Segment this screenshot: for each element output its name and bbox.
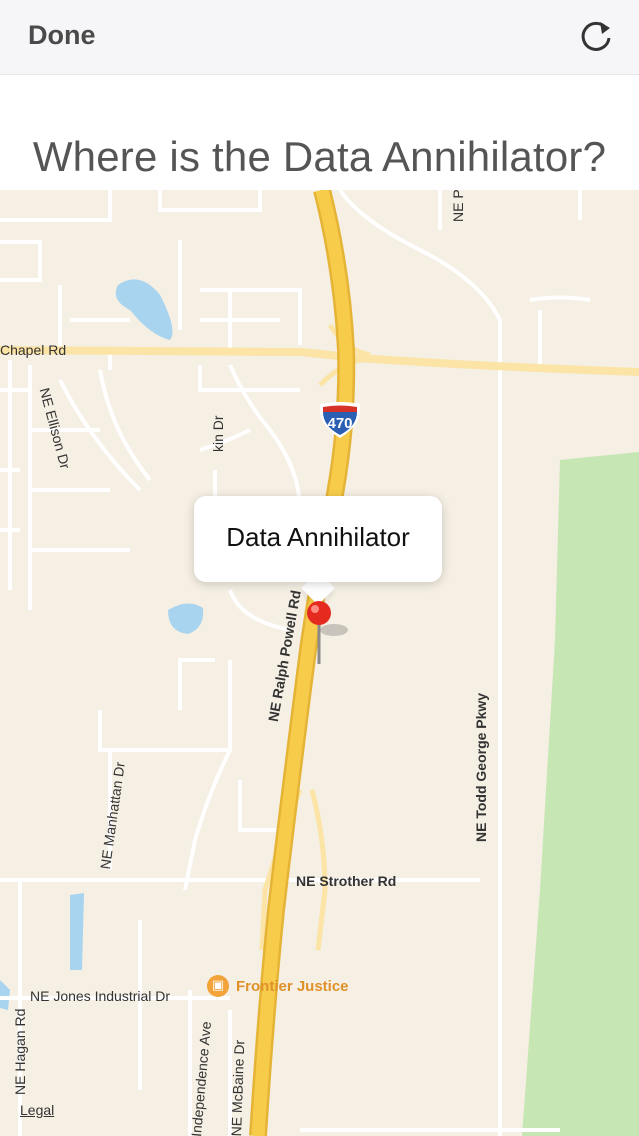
park-area — [522, 452, 639, 1136]
briefcase-icon: ▣ — [207, 975, 229, 997]
street-label-hagan: NE Hagan Rd — [12, 1008, 28, 1095]
highway-shield: 470 — [317, 400, 363, 440]
street-label-jones-industrial: NE Jones Industrial Dr — [30, 988, 171, 1004]
poi-label: Frontier Justice — [236, 977, 349, 995]
street-label-ne-p: NE P — [450, 190, 466, 222]
poi-frontier-justice[interactable]: ▣ Frontier Justice — [207, 975, 349, 997]
street-label-todd-george: NE Todd George Pkwy — [473, 692, 489, 842]
question-title: Where is the Data Annihilator? — [32, 133, 607, 180]
done-button[interactable]: Done — [28, 20, 96, 51]
pond-2 — [168, 603, 204, 634]
street-label-tompkin: kin Dr — [210, 415, 226, 452]
refresh-icon[interactable] — [578, 16, 616, 58]
pin-callout[interactable]: Data Annihilator — [194, 496, 442, 582]
street-label-chapel: Chapel Rd — [0, 342, 67, 358]
pond-3 — [70, 893, 84, 970]
map-pin-icon[interactable] — [304, 600, 354, 672]
pond-4 — [0, 980, 10, 1010]
pond-1 — [115, 279, 173, 340]
street-label-strother: NE Strother Rd — [296, 873, 397, 889]
street-label-mcbaine: NE McBaine Dr — [228, 1039, 248, 1136]
shield-number: 470 — [327, 415, 352, 432]
callout-title: Data Annihilator — [226, 522, 410, 552]
navigation-bar: Done — [0, 0, 639, 75]
map-view[interactable]: Chapel Rd NE Ellison Dr NE Ralph Powell … — [0, 190, 639, 1136]
legal-link[interactable]: Legal — [20, 1102, 54, 1118]
